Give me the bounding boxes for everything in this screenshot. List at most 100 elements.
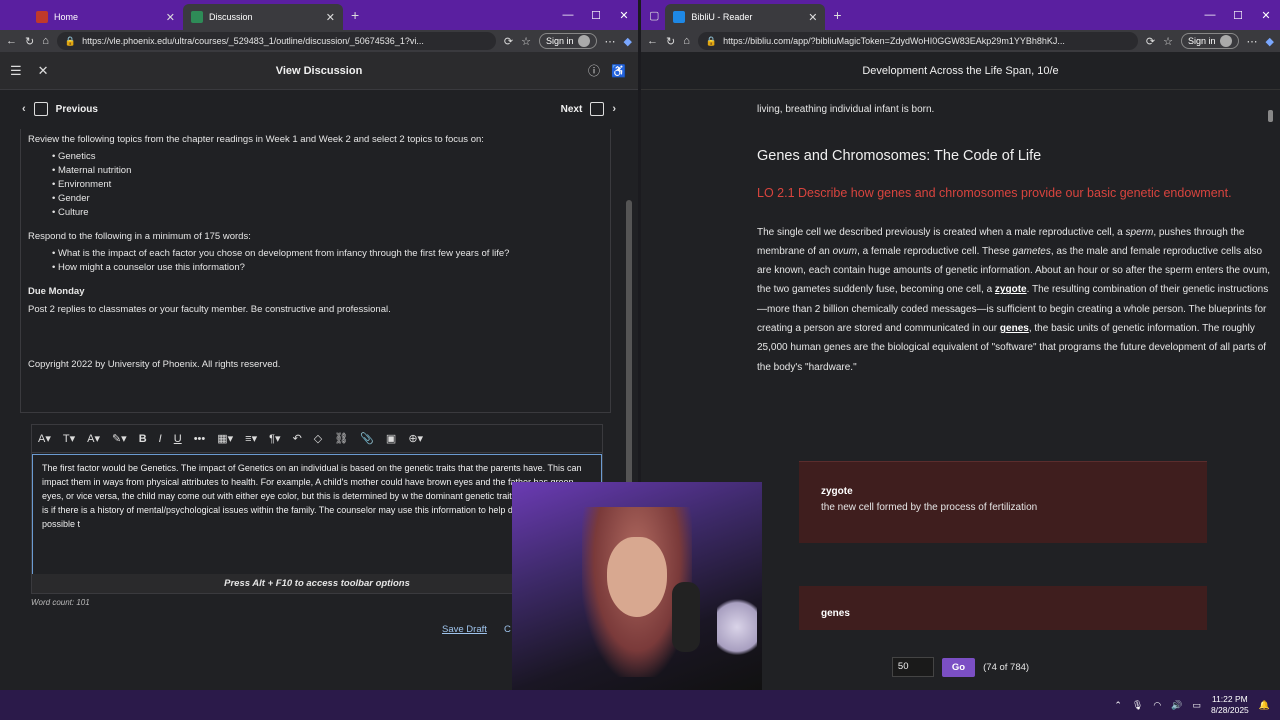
page-title: View Discussion (275, 64, 363, 77)
sign-in-button[interactable]: Sign in (539, 33, 597, 49)
info-icon[interactable]: ⓘ (588, 62, 600, 79)
webcam-face (607, 537, 667, 617)
link-icon[interactable]: ⛓ (334, 432, 348, 445)
page-number-input[interactable]: 50 (891, 657, 934, 677)
notification-icon[interactable]: 🔔 (1259, 700, 1270, 711)
glossary-term: zygote (821, 486, 853, 497)
address-bar: ← ↻ ⌂ 🔒 https://bibliu.com/app/?bibliuMa… (641, 30, 1280, 52)
home-icon[interactable]: ⌂ (42, 35, 49, 47)
back-icon[interactable]: ← (6, 35, 17, 47)
list-item: Environment (52, 178, 603, 192)
volume-icon[interactable]: 🔊 (1171, 700, 1182, 711)
favorites-icon[interactable]: ☆ (521, 35, 531, 48)
maximize-icon[interactable]: ☐ (1224, 9, 1252, 22)
extensions-icon[interactable]: ⟳ (504, 35, 513, 48)
table-icon[interactable]: ▦▾ (217, 432, 233, 445)
mic-icon[interactable]: 🎙 (1132, 700, 1143, 711)
text-style-icon[interactable]: A▾ (38, 432, 51, 445)
list-item: What is the impact of each factor you ch… (52, 247, 603, 261)
image-icon[interactable]: ▣ (386, 432, 396, 445)
section-heading: Genes and Chromosomes: The Code of Life (757, 148, 1042, 165)
previous-button[interactable]: ‹ Previous (22, 102, 98, 116)
clock[interactable]: 11:22 PM 8/28/2025 (1211, 694, 1249, 716)
glossary-card-zygote: zygote the new cell formed by the proces… (799, 461, 1207, 543)
italic-icon[interactable]: I (159, 433, 162, 445)
lock-icon: 🔒 (64, 35, 77, 46)
copilot-icon[interactable]: ◆ (1266, 35, 1274, 48)
cancel-button[interactable]: C (504, 624, 511, 635)
more-icon[interactable]: ⋯ (1247, 35, 1258, 48)
copyright: Copyright 2022 by University of Phoenix.… (28, 359, 281, 370)
close-window-icon[interactable]: ✕ (1252, 9, 1280, 22)
discussion-prompt: Review the following topics from the cha… (20, 129, 611, 413)
new-tab-icon[interactable]: + (833, 7, 841, 23)
font-size-icon[interactable]: A▾ (87, 432, 100, 445)
battery-icon[interactable]: ▭ (1192, 700, 1201, 711)
paragraph-fragment: living, breathing individual infant is b… (757, 104, 935, 115)
url-text: https://bibliu.com/app/?bibliuMagicToken… (723, 36, 1065, 46)
tab-discussion[interactable]: Discussion ✕ (183, 4, 343, 30)
highlight-icon[interactable]: ✎▾ (112, 432, 127, 445)
refresh-icon[interactable]: ↻ (25, 35, 34, 48)
prompt-intro: Review the following topics from the cha… (28, 134, 484, 145)
clear-format-icon[interactable]: ◇ (314, 432, 322, 445)
url-field[interactable]: 🔒 https://vle.phoenix.edu/ultra/courses/… (56, 32, 496, 50)
due-heading: Due Monday (28, 286, 85, 297)
sign-in-label: Sign in (546, 36, 574, 46)
blackboard-favicon-icon (191, 11, 203, 23)
accessibility-icon[interactable]: ♿ (611, 64, 626, 78)
more-icon[interactable]: ⋯ (605, 35, 616, 48)
tab-label: BibliU - Reader (691, 12, 753, 22)
bold-icon[interactable]: B (139, 433, 147, 445)
keyword-zygote-link[interactable]: zygote (995, 284, 1027, 295)
respond-intro: Respond to the following in a minimum of… (28, 231, 251, 242)
minimize-icon[interactable]: — (554, 9, 582, 21)
refresh-icon[interactable]: ↻ (666, 35, 675, 48)
url-field[interactable]: 🔒 https://bibliu.com/app/?bibliuMagicTok… (697, 32, 1138, 50)
reply-text: The first factor would be Genetics. The … (42, 463, 589, 529)
copilot-icon[interactable]: ◆ (624, 35, 632, 48)
undo-icon[interactable]: ↶ (293, 432, 302, 445)
due-text: Post 2 replies to classmates or your fac… (28, 304, 391, 315)
insert-icon[interactable]: ⊕▾ (408, 432, 423, 445)
back-icon[interactable]: ← (647, 35, 658, 47)
close-tab-icon[interactable]: ✕ (808, 11, 817, 24)
favorites-icon[interactable]: ☆ (1163, 35, 1173, 48)
tray-chevron-icon[interactable]: ⌃ (1114, 700, 1122, 711)
new-tab-icon[interactable]: + (351, 7, 359, 23)
extensions-icon[interactable]: ⟳ (1146, 35, 1155, 48)
keyword-genes-link[interactable]: genes (1000, 323, 1029, 334)
lock-icon: 🔒 (705, 35, 718, 46)
home-icon[interactable]: ⌂ (683, 35, 690, 47)
tab-bibliu[interactable]: BibliU - Reader ✕ (665, 4, 826, 30)
book-title: Development Across the Life Span, 10/e (641, 52, 1280, 90)
wifi-icon[interactable]: ◠ (1153, 700, 1161, 711)
tab-home[interactable]: Home ✕ (28, 4, 183, 30)
close-window-icon[interactable]: ✕ (610, 9, 638, 22)
term-gametes: gametes (1012, 245, 1051, 257)
paragraph-style-icon[interactable]: T▾ (63, 432, 75, 445)
underline-icon[interactable]: U (174, 433, 182, 445)
window-controls: — ☐ ✕ (1196, 0, 1280, 30)
window-controls: — ☐ ✕ (554, 0, 638, 30)
term-sperm: sperm (1125, 226, 1154, 238)
paragraph-icon[interactable]: ¶▾ (269, 432, 280, 445)
close-tab-icon[interactable]: ✕ (166, 11, 175, 24)
minimize-icon[interactable]: — (1196, 9, 1224, 21)
save-draft-button[interactable]: Save Draft (442, 624, 487, 635)
more-formatting-icon[interactable]: ••• (194, 433, 206, 445)
maximize-icon[interactable]: ☐ (582, 9, 610, 22)
editor-toolbar: A▾ T▾ A▾ ✎▾ B I U ••• ▦▾ ≡▾ ¶▾ ↶ ◇ ⛓ 📎 ▣… (32, 425, 602, 453)
sign-in-button[interactable]: Sign in (1181, 33, 1239, 49)
close-tab-icon[interactable]: ✕ (326, 11, 335, 24)
attach-icon[interactable]: 📎 (360, 432, 374, 445)
list-item: Maternal nutrition (52, 164, 603, 178)
align-icon[interactable]: ≡▾ (245, 432, 257, 445)
scrollbar[interactable] (1268, 110, 1273, 122)
tab-actions-icon[interactable]: ▢ (649, 9, 659, 22)
previous-label: Previous (55, 103, 98, 115)
glossary-definition: the new cell formed by the process of fe… (821, 502, 1038, 513)
next-button[interactable]: Next › (561, 102, 616, 116)
term-ovum: ovum (832, 245, 858, 257)
go-button[interactable]: Go (941, 657, 976, 677)
